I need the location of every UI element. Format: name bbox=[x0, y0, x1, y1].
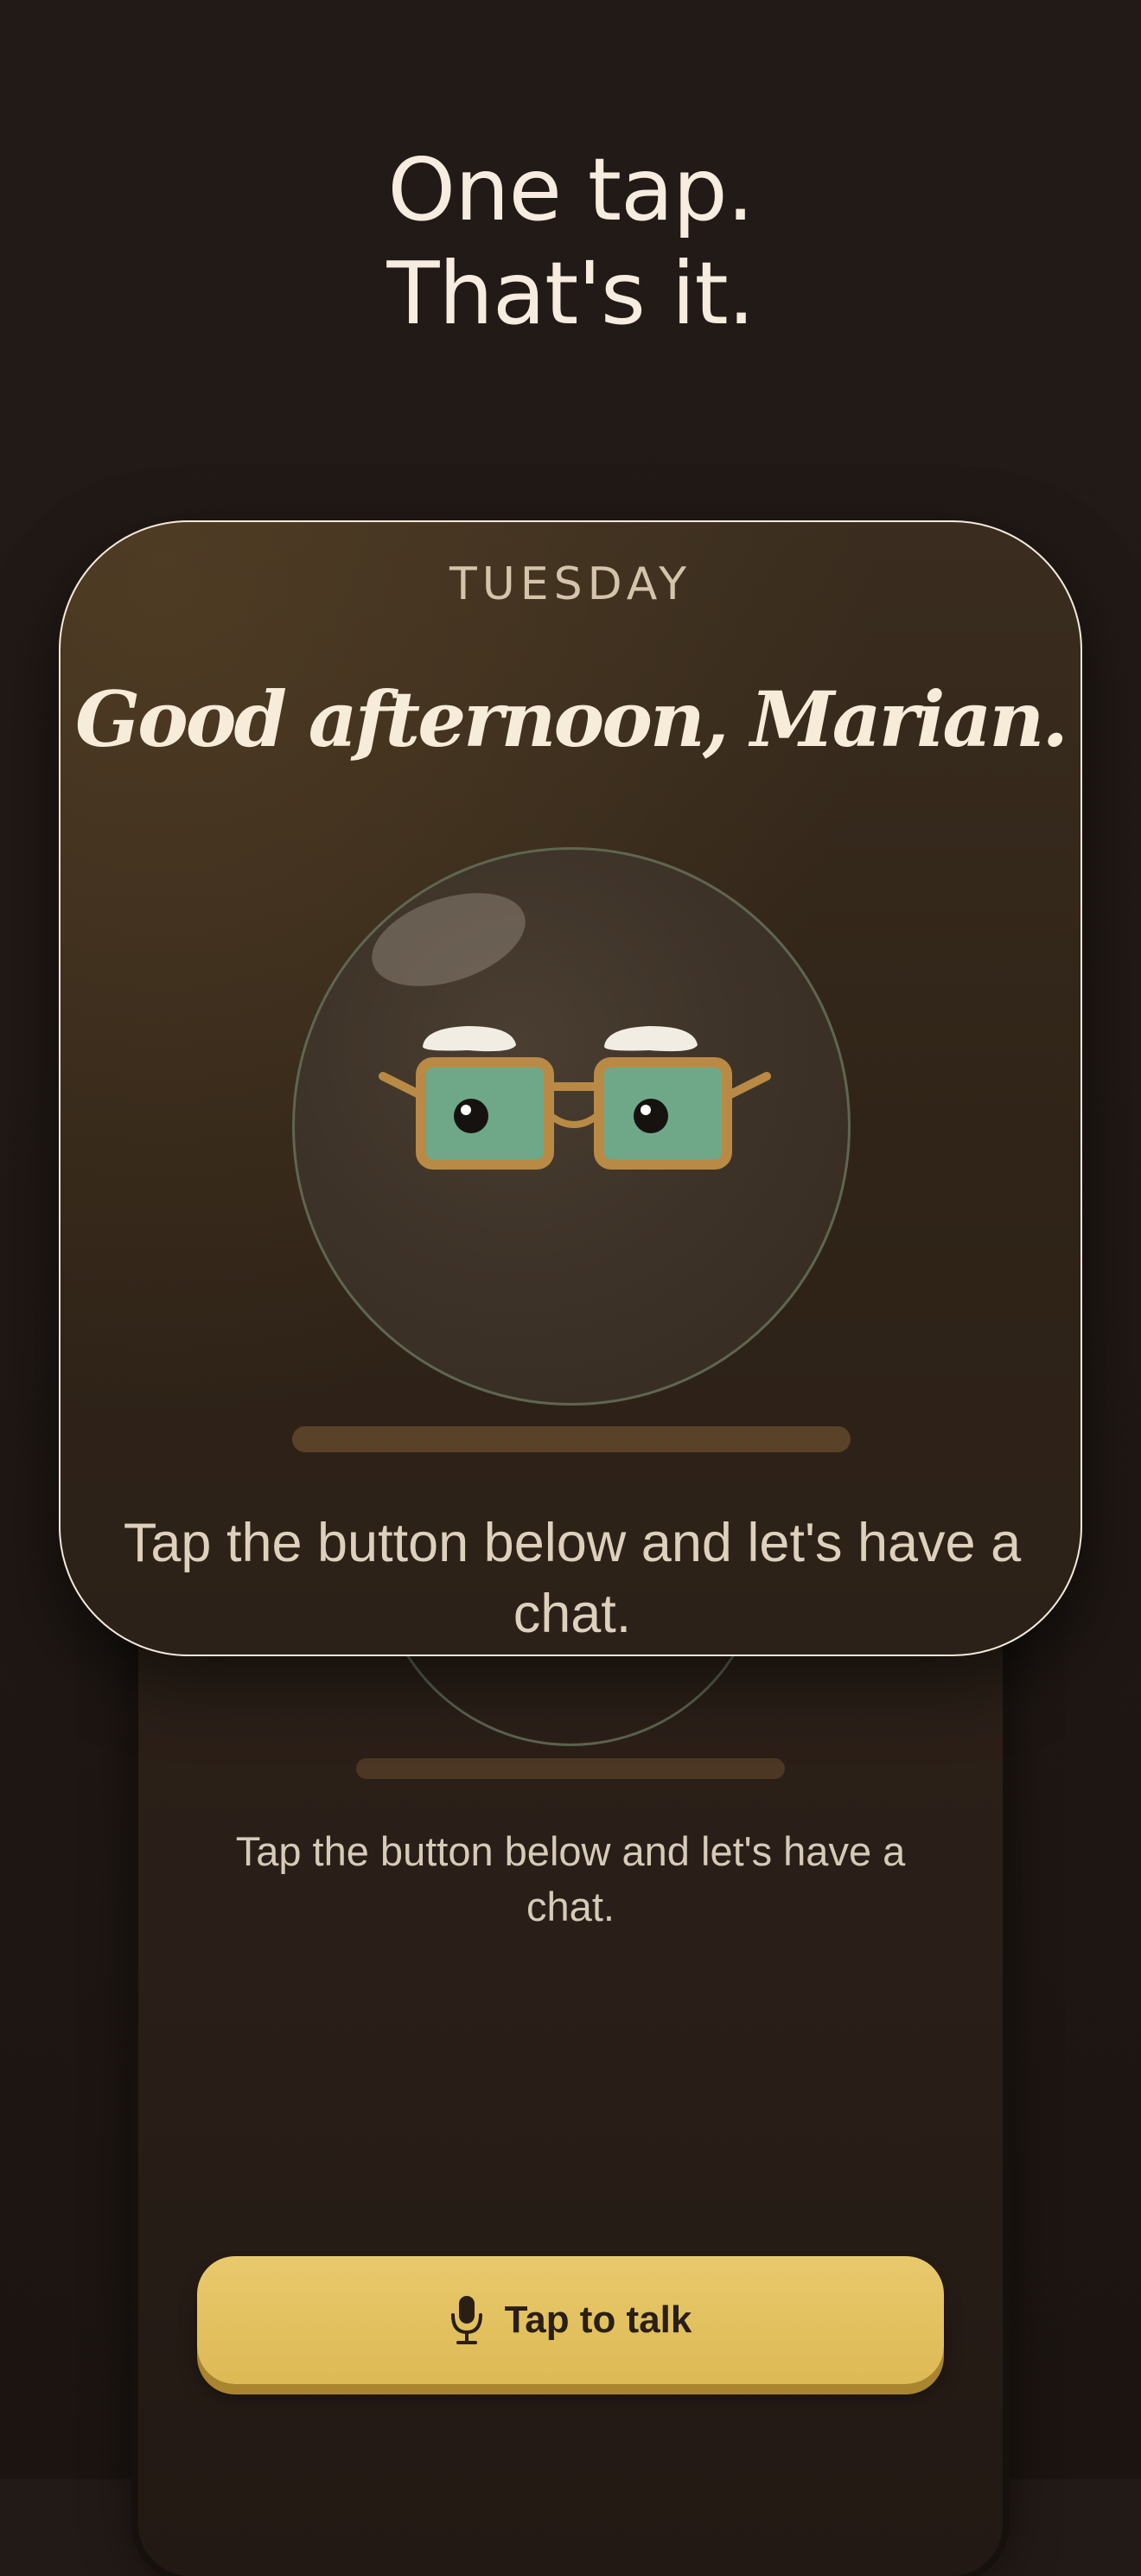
tap-to-talk-button[interactable]: Tap to talk bbox=[197, 2256, 944, 2384]
tap-to-talk-label: Tap to talk bbox=[504, 2299, 692, 2341]
assistant-avatar bbox=[292, 847, 851, 1406]
microphone-icon bbox=[449, 2294, 484, 2346]
headline: One tap. That's it. bbox=[0, 138, 1141, 346]
greeting-card: TUESDAY Good afternoon, Marian. Tap the … bbox=[59, 520, 1082, 1656]
shelf-bar bbox=[292, 1426, 851, 1452]
glasses-face-icon bbox=[372, 893, 771, 1170]
day-label: TUESDAY bbox=[449, 558, 692, 610]
headline-line-1: One tap. bbox=[387, 139, 754, 240]
greeting-title: Good afternoon, Marian. bbox=[74, 674, 1068, 764]
phone-subtitle: Tap the button below and let's have a ch… bbox=[235, 1828, 906, 1929]
card-subtitle: Tap the button below and let's have a ch… bbox=[123, 1513, 1022, 1644]
headline-line-2: That's it. bbox=[386, 243, 755, 344]
phone-shelf-bar bbox=[356, 1758, 785, 1779]
